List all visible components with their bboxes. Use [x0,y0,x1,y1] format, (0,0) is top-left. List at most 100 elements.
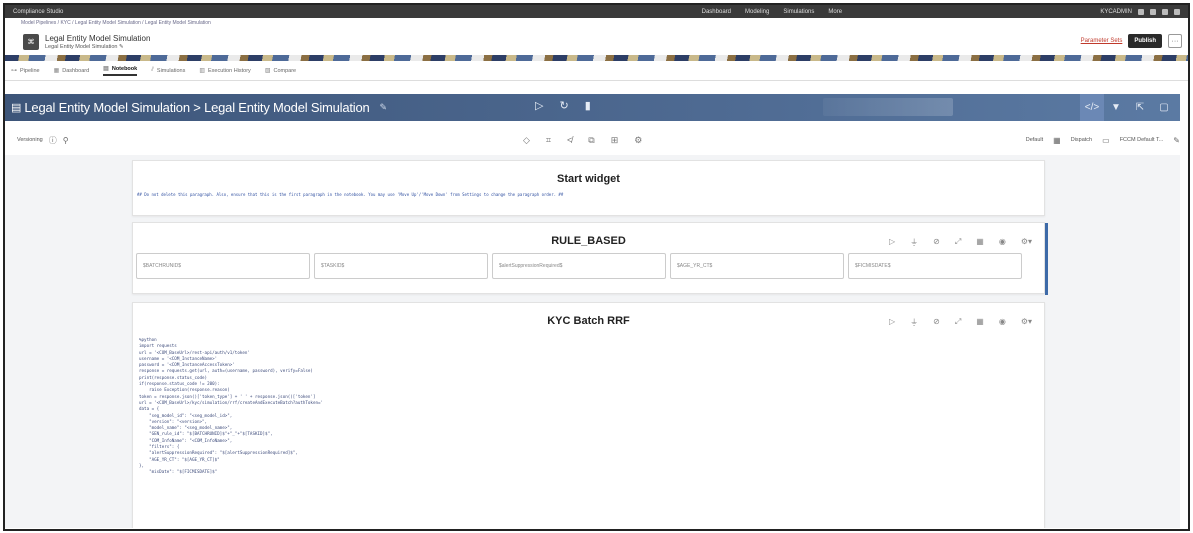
export-icon[interactable]: ⇱ [1128,94,1152,121]
refresh-icon[interactable]: ↻ [559,99,568,112]
chart-icon[interactable]: ⏚ [910,237,918,248]
tab-compare[interactable]: ▧ Compare [265,67,297,75]
notebook-title: Legal Entity Model Simulation > Legal En… [24,100,370,115]
notebook-controls: ▷ ↻ ▮ [535,99,591,112]
chart-icon[interactable]: ⏚ [910,317,918,328]
ficmisdate-input[interactable]: $FICMISDATE$ [848,253,1022,279]
code-view-icon[interactable]: </> [1080,94,1104,121]
default-label[interactable]: Default [1026,137,1043,143]
help-icon[interactable] [1161,8,1168,15]
history-icon: ▥ [199,68,206,74]
layout-icon[interactable]: ▢ [1152,94,1176,121]
header-decoration [823,98,953,116]
paragraph-start-widget: Start widget ## Do not delete this parag… [132,160,1045,216]
tab-pipeline[interactable]: ⊶ Pipeline [11,67,40,75]
publish-button[interactable]: Publish [1128,34,1162,48]
paragraph-controls: ▷ ⏚ ⊘ ⤢ ▦ ◉ ⚙▾ [889,237,1032,248]
tab-label: Compare [273,67,297,74]
dispatch-menu-icon[interactable]: ▭ [1102,136,1110,145]
share-icon[interactable]: ≮ [567,135,572,146]
paragraph-title: Start widget [557,173,620,185]
paragraph-controls: ▷ ⏚ ⊘ ⤢ ▦ ◉ ⚙▾ [889,317,1032,328]
paragraph-kyc-batch-rrf: KYC Batch RRF ▷ ⏚ ⊘ ⤢ ▦ ◉ ⚙▾ %python impo… [132,302,1045,528]
import-icon[interactable]: ⊞ [611,135,619,146]
run-all-icon[interactable]: ▷ [535,99,543,112]
run-icon[interactable]: ▷ [889,317,895,328]
menu-simulations[interactable]: Simulations [783,9,814,15]
visibility-icon[interactable]: ◉ [999,237,1006,248]
settings-icon[interactable]: ⚙ [634,135,642,146]
user-name[interactable]: KYCADMIN [1100,9,1132,15]
code-editor[interactable]: %python import requests url = '<COM_BaseUr… [139,337,323,476]
notebook-icon: ▤ [103,66,109,72]
interpreter-select[interactable]: FCCM Default T... [1120,137,1164,143]
notebook-icon: ▤ [11,102,22,114]
trash-icon[interactable]: ▮ [585,99,591,112]
visibility-icon[interactable]: ◉ [999,317,1006,328]
versioning-label: Versioning [17,137,43,143]
hide-code-icon[interactable]: ⌗ [546,135,551,146]
tab-simulations[interactable]: ⫽ Simulations [151,67,185,74]
link-icon[interactable]: ⊘ [933,317,940,328]
active-indicator [1045,223,1048,295]
bell-icon[interactable] [1149,8,1156,15]
notebook-toolbar: Versioning ⓘ ⚲ ◇ ⌗ ≮ ⧉ ⊞ ⚙ Default ▦ Dis… [5,130,1180,150]
settings-icon[interactable]: ⚙▾ [1021,317,1032,328]
header-actions: </> ▼ ⇱ ▢ [1080,94,1176,121]
copy-icon[interactable]: ⧉ [588,135,594,146]
tab-dashboard[interactable]: ▦ Dashboard [53,67,90,75]
taskid-input[interactable]: $TASKID$ [314,253,488,279]
title-bar: ⌘ Legal Entity Model Simulation Legal En… [5,28,1188,55]
run-icon[interactable]: ▷ [889,237,895,248]
settings-icon[interactable]: ⚙▾ [1021,237,1032,248]
filter-icon[interactable]: ▼ [1104,94,1128,121]
menu-dashboard[interactable]: Dashboard [702,9,731,15]
grid-icon[interactable] [1137,8,1144,15]
subtitle-text: Legal Entity Model Simulation [45,43,118,50]
toolbar-center: ◇ ⌗ ≮ ⧉ ⊞ ⚙ [523,135,642,146]
user-icon[interactable] [1173,8,1180,15]
expand-icon[interactable]: ⤢ [955,317,961,328]
info-icon[interactable]: ⓘ [49,135,57,146]
pencil-icon[interactable]: ✎ [1173,136,1180,145]
edit-icon[interactable]: ✎ [380,102,388,113]
top-bar: Compliance Studio Dashboard Modeling Sim… [5,5,1188,18]
dashboard-icon: ▦ [53,68,60,74]
clear-icon[interactable]: ◇ [523,135,530,146]
batchrunid-input[interactable]: $BATCHRUNID$ [136,253,310,279]
code-line: "alertSuppressionRequired": "$[alertSupp… [139,450,298,456]
tab-label: Execution History [208,67,251,74]
breadcrumb[interactable]: Model Pipelines / KYC / Legal Entity Mod… [5,18,1188,28]
menu-modeling[interactable]: Modeling [745,9,769,15]
tab-execution-history[interactable]: ▥ Execution History [199,67,251,75]
table-icon[interactable]: ▦ [976,317,984,328]
tab-label: Dashboard [62,67,90,74]
notebook-header: ▤ Legal Entity Model Simulation > Legal … [5,94,1180,121]
more-button[interactable]: ··· [1168,34,1182,48]
table-icon[interactable]: ▦ [976,237,984,248]
model-icon: ⌘ [23,33,39,50]
tab-notebook[interactable]: ▤ Notebook [103,65,138,76]
pipeline-icon: ⊶ [11,68,17,74]
search-icon[interactable]: ⚲ [63,136,69,145]
tab-label: Pipeline [20,67,40,74]
notebook-content: Start widget ## Do not delete this parag… [5,155,1180,528]
age-yr-ct-input[interactable]: $AGE_YR_CT$ [670,253,844,279]
app-name[interactable]: Compliance Studio [13,9,63,15]
parameter-sets-link[interactable]: Parameter Sets [1081,38,1123,44]
menu-more[interactable]: More [828,9,842,15]
alert-suppression-input[interactable]: $alertSuppressionRequired$ [492,253,666,279]
tab-label: Simulations [156,67,186,74]
nav-tabs: ⊶ Pipeline ▦ Dashboard ▤ Notebook ⫽ Simulati… [5,61,1188,81]
default-menu-icon[interactable]: ▦ [1053,136,1061,145]
top-right: KYCADMIN [1100,8,1180,15]
dynamic-form: $BATCHRUNID$ $TASKID$ $alertSuppressionR… [136,253,1022,279]
expand-icon[interactable]: ⤢ [955,237,961,248]
paragraph-text: ## Do not delete this paragraph. Also, e… [137,192,564,197]
pencil-icon[interactable]: ✎ [119,44,124,50]
simulations-icon: ⫽ [151,67,154,73]
code-line: response = requests.get(url, auth=(usern… [139,368,313,374]
link-icon[interactable]: ⊘ [933,237,940,248]
dispatch-label[interactable]: Dispatch [1071,137,1092,143]
code-line: "misDate": "$[FICMISDATE]$" [139,469,218,475]
